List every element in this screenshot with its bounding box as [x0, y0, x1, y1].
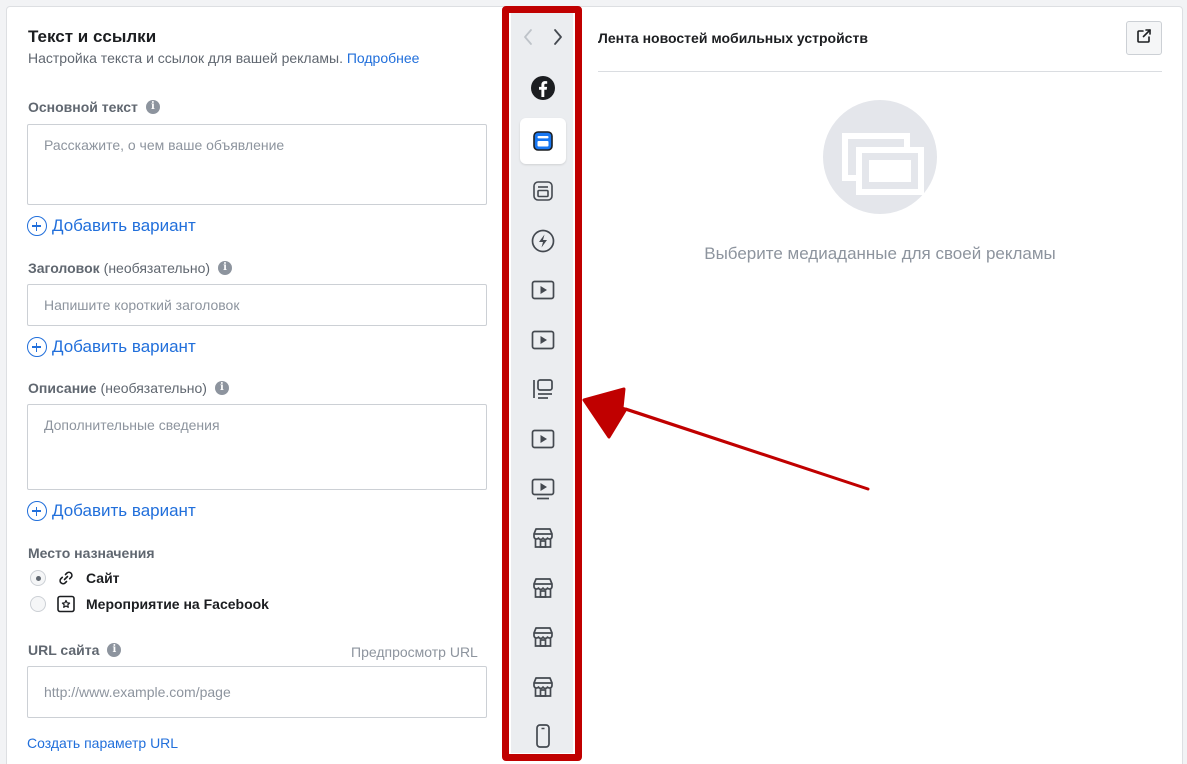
description-placeholder: Дополнительные сведения [44, 417, 220, 433]
headline-optional: (необязательно) [103, 260, 211, 276]
primary-text-label-text: Основной текст [28, 99, 138, 115]
primary-text-field[interactable]: Расскажите, о чем ваше объявление [27, 124, 487, 205]
create-url-param-link[interactable]: Создать параметр URL [27, 735, 178, 751]
info-icon[interactable]: i [107, 643, 122, 657]
destination-label: Место назначения [28, 545, 155, 561]
add-variant-label: Добавить вариант [52, 337, 196, 356]
description-label: Описание (необязательно) i [28, 380, 229, 396]
section-title: Текст и ссылки [28, 27, 157, 46]
info-icon[interactable]: i [218, 261, 233, 275]
destination-option-website[interactable]: Сайт [30, 568, 120, 588]
headline-field[interactable]: Напишите короткий заголовок [27, 284, 487, 326]
media-placeholder [823, 100, 937, 214]
url-label: URL сайта i [28, 642, 122, 658]
destination-option-label: Сайт [86, 570, 120, 586]
add-circle-icon [27, 501, 47, 521]
primary-text-placeholder: Расскажите, о чем ваше объявление [44, 137, 285, 153]
radio-button[interactable] [30, 596, 46, 612]
radio-button[interactable] [30, 570, 46, 586]
headline-placeholder: Напишите короткий заголовок [44, 297, 240, 313]
add-circle-icon [27, 216, 47, 236]
open-preview-button[interactable] [1126, 21, 1162, 55]
add-variant-label: Добавить вариант [52, 216, 196, 235]
annotation-highlight-frame [502, 6, 582, 761]
event-star-icon [56, 594, 76, 614]
url-preview-link[interactable]: Предпросмотр URL [351, 644, 478, 660]
destination-option-label: Мероприятие на Facebook [86, 596, 269, 612]
learn-more-link[interactable]: Подробнее [347, 50, 420, 66]
section-subtitle-text: Настройка текста и ссылок для вашей рекл… [28, 50, 343, 66]
destination-option-event[interactable]: Мероприятие на Facebook [30, 594, 269, 614]
media-stack-icon [842, 133, 924, 195]
link-icon [56, 568, 76, 588]
info-icon[interactable]: i [145, 100, 160, 114]
add-variant-headline-button[interactable]: Добавить вариант [27, 337, 196, 357]
url-field[interactable]: http://www.example.com/page [27, 666, 487, 718]
preview-title: Лента новостей мобильных устройств [598, 30, 868, 46]
url-label-text: URL сайта [28, 642, 100, 658]
add-variant-label: Добавить вариант [52, 501, 196, 520]
url-placeholder: http://www.example.com/page [44, 684, 231, 700]
add-variant-description-button[interactable]: Добавить вариант [27, 501, 196, 521]
headline-label-text: Заголовок [28, 260, 100, 276]
description-label-text: Описание [28, 380, 97, 396]
description-field[interactable]: Дополнительные сведения [27, 404, 487, 490]
section-subtitle: Настройка текста и ссылок для вашей рекл… [28, 50, 419, 66]
info-icon[interactable]: i [214, 381, 229, 395]
description-optional: (необязательно) [100, 380, 207, 396]
primary-text-label: Основной текст i [28, 99, 160, 115]
external-link-icon [1136, 28, 1152, 49]
headline-label: Заголовок (необязательно) i [28, 260, 233, 276]
add-circle-icon [27, 337, 47, 357]
add-variant-primary-button[interactable]: Добавить вариант [27, 216, 196, 236]
media-hint: Выберите медиаданные для своей рекламы [704, 244, 1056, 263]
preview-divider [598, 71, 1162, 72]
